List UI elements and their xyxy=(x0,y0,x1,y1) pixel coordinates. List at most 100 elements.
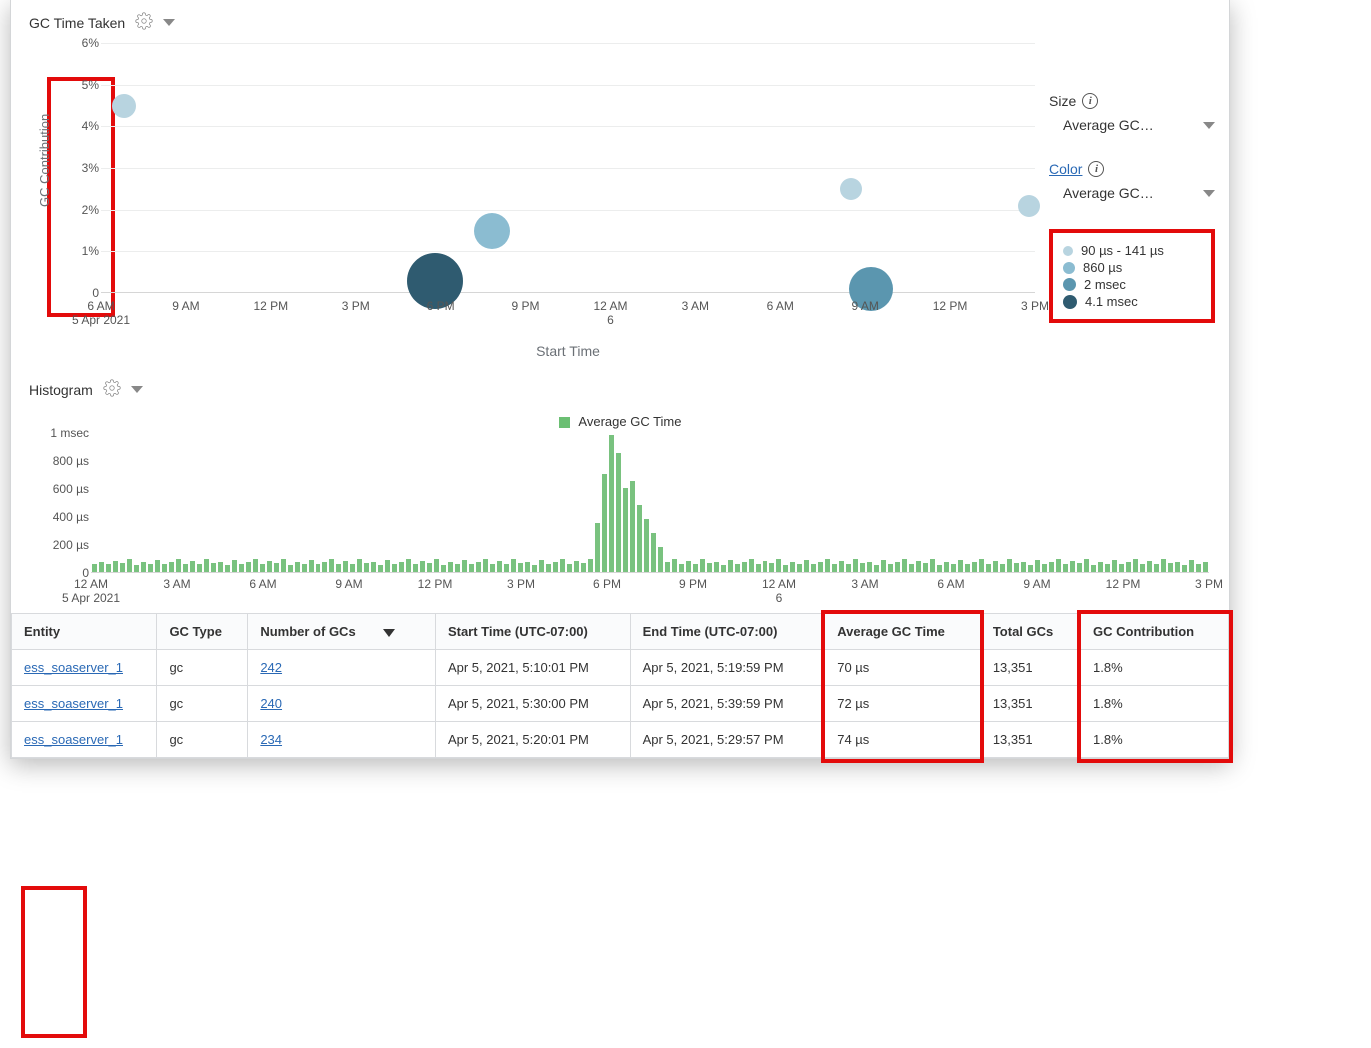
histogram-bar[interactable] xyxy=(1147,561,1152,572)
entity-link[interactable]: ess_soaserver_1 xyxy=(24,732,123,747)
col-gc-contribution[interactable]: GC Contribution xyxy=(1081,614,1229,650)
legend-item[interactable]: 4.1 msec xyxy=(1063,294,1201,309)
histogram-bar[interactable] xyxy=(385,560,390,572)
col-gc-type[interactable]: GC Type xyxy=(157,614,248,650)
histogram-bar[interactable] xyxy=(721,565,726,572)
histogram-bar[interactable] xyxy=(874,565,879,572)
num-gcs-link[interactable]: 234 xyxy=(260,732,282,747)
histogram-bar[interactable] xyxy=(183,564,188,572)
histogram-bar[interactable] xyxy=(1203,562,1208,572)
histogram-bar[interactable] xyxy=(881,560,886,572)
histogram-bar[interactable] xyxy=(790,562,795,573)
histogram-bar[interactable] xyxy=(99,562,104,572)
histogram-bar[interactable] xyxy=(1105,564,1110,572)
histogram-bar[interactable] xyxy=(853,559,858,572)
histogram-bar[interactable] xyxy=(1168,563,1173,572)
histogram-bar[interactable] xyxy=(288,565,293,572)
histogram-bar[interactable] xyxy=(972,562,977,572)
histogram-bar[interactable] xyxy=(749,559,754,572)
histogram-bar[interactable] xyxy=(211,563,216,572)
histogram-bar[interactable] xyxy=(588,559,593,572)
histogram-bar[interactable] xyxy=(574,561,579,572)
histogram-bar[interactable] xyxy=(665,562,670,572)
chevron-down-icon[interactable] xyxy=(131,386,143,393)
histogram-bar[interactable] xyxy=(427,563,432,572)
histogram-bar[interactable] xyxy=(581,563,586,572)
histogram-bar[interactable] xyxy=(120,563,125,572)
histogram-bar[interactable] xyxy=(1042,564,1047,572)
histogram-bar[interactable] xyxy=(1161,559,1166,572)
legend-item[interactable]: 90 µs - 141 µs xyxy=(1063,243,1201,258)
histogram-bar[interactable] xyxy=(302,564,307,572)
scatter-plot[interactable]: 01%2%3%4%5%6% xyxy=(101,43,1035,293)
histogram-bar[interactable] xyxy=(1014,563,1019,572)
histogram-bar[interactable] xyxy=(246,562,251,572)
histogram-bar[interactable] xyxy=(532,565,537,572)
col-entity[interactable]: Entity xyxy=(12,614,157,650)
histogram-bar[interactable] xyxy=(993,561,998,572)
col-total-gcs[interactable]: Total GCs xyxy=(980,614,1080,650)
histogram-bar[interactable] xyxy=(763,561,768,572)
gear-icon[interactable] xyxy=(103,379,121,400)
histogram-bar[interactable] xyxy=(1189,560,1194,572)
histogram-bar[interactable] xyxy=(686,561,691,572)
histogram-bar[interactable] xyxy=(455,564,460,572)
histogram-bar[interactable] xyxy=(155,560,160,572)
histogram-bar[interactable] xyxy=(832,564,837,572)
histogram-bar[interactable] xyxy=(1049,562,1054,572)
histogram-bar[interactable] xyxy=(316,564,321,572)
histogram-bar[interactable] xyxy=(399,562,404,572)
histogram-bar[interactable] xyxy=(1140,564,1145,572)
histogram-bar[interactable] xyxy=(937,565,942,572)
histogram-bar[interactable] xyxy=(811,564,816,572)
histogram-bar[interactable] xyxy=(92,564,97,572)
histogram-bar[interactable] xyxy=(434,559,439,572)
histogram-bar[interactable] xyxy=(742,562,747,572)
histogram-bar[interactable] xyxy=(846,564,851,572)
histogram-bar[interactable] xyxy=(707,563,712,572)
histogram-bar[interactable] xyxy=(1063,564,1068,572)
histogram-bar[interactable] xyxy=(804,560,809,572)
num-gcs-link[interactable]: 240 xyxy=(260,696,282,711)
histogram-bar[interactable] xyxy=(693,564,698,572)
histogram-bar[interactable] xyxy=(1021,562,1026,573)
histogram-bar[interactable] xyxy=(783,565,788,572)
histogram-bar[interactable] xyxy=(776,559,781,572)
histogram-bar[interactable] xyxy=(1175,562,1180,573)
col-end-time[interactable]: End Time (UTC-07:00) xyxy=(630,614,825,650)
histogram-bar[interactable] xyxy=(895,562,900,572)
histogram-bar[interactable] xyxy=(539,560,544,572)
chevron-down-icon[interactable] xyxy=(163,19,175,26)
histogram-bar[interactable] xyxy=(518,563,523,572)
histogram-bar[interactable] xyxy=(986,564,991,572)
histogram-bar[interactable] xyxy=(141,562,146,573)
legend-item[interactable]: 860 µs xyxy=(1063,260,1201,275)
histogram-bar[interactable] xyxy=(190,561,195,572)
num-gcs-link[interactable]: 242 xyxy=(260,660,282,675)
histogram-bar[interactable] xyxy=(420,561,425,572)
histogram-bar[interactable] xyxy=(602,474,607,572)
histogram-bar[interactable] xyxy=(497,561,502,572)
histogram-bar[interactable] xyxy=(860,563,865,572)
histogram-bar[interactable] xyxy=(867,562,872,573)
histogram-bar[interactable] xyxy=(371,562,376,573)
histogram-bar[interactable] xyxy=(644,519,649,572)
histogram-bar[interactable] xyxy=(679,564,684,572)
histogram-bar[interactable] xyxy=(309,560,314,572)
histogram-bar[interactable] xyxy=(1182,565,1187,572)
histogram-bar[interactable] xyxy=(462,560,467,572)
histogram-bar[interactable] xyxy=(951,564,956,572)
col-num-gcs[interactable]: Number of GCs xyxy=(248,614,436,650)
histogram-bar[interactable] xyxy=(364,563,369,572)
histogram-bar[interactable] xyxy=(1154,564,1159,572)
histogram-bar[interactable] xyxy=(253,559,258,572)
histogram-bar[interactable] xyxy=(469,564,474,572)
gear-icon[interactable] xyxy=(135,12,153,33)
histogram-bar[interactable] xyxy=(1077,563,1082,572)
histogram-bar[interactable] xyxy=(1133,559,1138,572)
histogram-bar[interactable] xyxy=(637,505,642,572)
histogram-bar[interactable] xyxy=(448,562,453,573)
histogram-bar[interactable] xyxy=(1035,560,1040,572)
histogram-bar[interactable] xyxy=(1112,560,1117,572)
histogram-bar[interactable] xyxy=(546,564,551,572)
